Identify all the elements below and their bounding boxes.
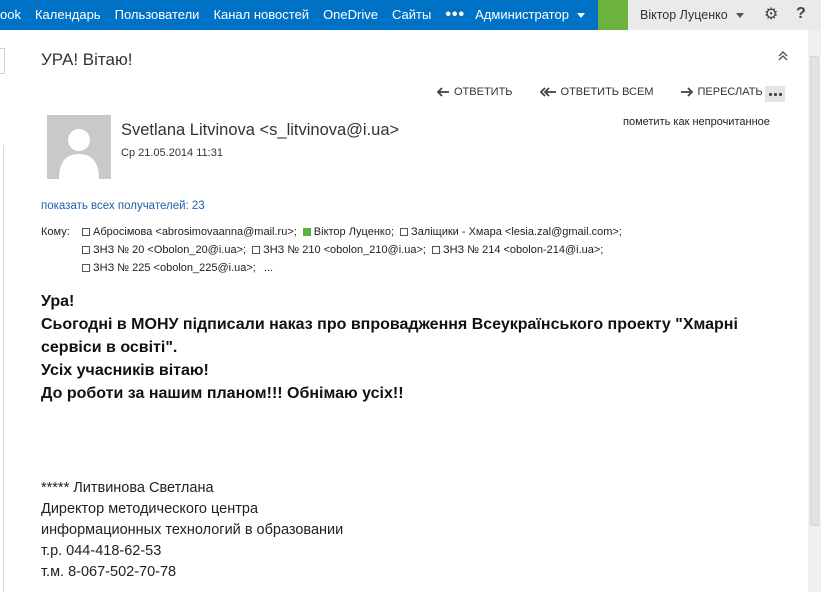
recipient[interactable]: ЗНЗ № 20 <Obolon_20@i.ua>; <box>82 244 246 256</box>
more-recipients[interactable]: ... <box>264 262 273 274</box>
nav-calendar[interactable]: Календарь <box>31 0 105 30</box>
signature-line: Директор методического центра <box>41 501 259 517</box>
signature-line: т.м. 8-067-502-70-78 <box>41 564 177 580</box>
chevron-down-icon <box>735 12 744 18</box>
to-label: Кому: <box>41 226 70 238</box>
forward-button[interactable]: ПЕРЕСЛАТЬ <box>680 86 763 98</box>
body-line: До роботи за нашим планом!!! Обнімаю усі… <box>41 385 404 402</box>
recipients-line: Абросімова <abrosimovaanna@mail.ru>; Вік… <box>82 226 628 238</box>
recipient[interactable]: ЗНЗ № 210 <obolon_210@i.ua>; <box>252 244 426 256</box>
reply-label: ОТВЕТИТЬ <box>454 86 513 98</box>
recipient[interactable]: Віктор Луценко; <box>302 226 395 238</box>
reply-button[interactable]: ОТВЕТИТЬ <box>436 86 513 98</box>
dot-icon <box>773 92 777 96</box>
recipients-line: ЗНЗ № 225 <obolon_225@i.ua>; ... <box>82 262 279 274</box>
presence-online-icon <box>302 228 311 236</box>
body-line: Ура! <box>41 293 75 310</box>
sent-date: Ср 21.05.2014 11:31 <box>121 147 223 159</box>
recipient-name: ЗНЗ № 225 <obolon_225@i.ua>; <box>93 262 256 274</box>
nav-people[interactable]: Пользователи <box>111 0 204 30</box>
sender-name[interactable]: Svetlana Litvinova <s_litvinova@i.ua> <box>121 121 399 140</box>
message-subject: УРА! Вітаю! <box>41 50 133 69</box>
mark-unread-link[interactable]: пометить как непрочитанное <box>623 116 770 128</box>
help-icon[interactable]: ? <box>796 5 806 23</box>
reply-all-label: ОТВЕТИТЬ ВСЕМ <box>560 86 654 98</box>
scrollbar-thumb[interactable] <box>810 56 819 526</box>
message-actions: ОТВЕТИТЬ ОТВЕТИТЬ ВСЕМ ПЕРЕСЛАТЬ <box>436 86 789 98</box>
recipient-name: Абросімова <abrosimovaanna@mail.ru>; <box>93 226 297 238</box>
search-box-edge[interactable] <box>0 48 5 74</box>
nav-admin-menu[interactable]: Администратор <box>471 0 589 30</box>
nav-onedrive[interactable]: OneDrive <box>319 0 382 30</box>
user-name: Віктор Луценко <box>640 8 728 22</box>
person-placeholder-icon <box>59 129 99 179</box>
recipients-line: ЗНЗ № 20 <Obolon_20@i.ua>; ЗНЗ № 210 <ob… <box>82 244 609 256</box>
top-navigation-bar: ook Календарь Пользователи Канал новосте… <box>0 0 821 30</box>
reply-arrow-icon <box>436 87 449 97</box>
presence-icon <box>252 246 261 254</box>
recipient-name: Віктор Луценко; <box>313 226 395 238</box>
recipient[interactable]: Заліщики - Хмара <lesia.zal@gmail.com>; <box>400 226 622 238</box>
nav-sites[interactable]: Сайты <box>388 0 435 30</box>
body-line: Сьогодні в МОНУ підписали наказ про впро… <box>41 316 738 356</box>
recipient-name: ЗНЗ № 210 <obolon_210@i.ua>; <box>263 244 426 256</box>
gear-icon[interactable]: ⚙ <box>764 7 780 23</box>
recipient[interactable]: ЗНЗ № 214 <obolon-214@i.ua>; <box>431 244 604 256</box>
nav-newsfeed[interactable]: Канал новостей <box>209 0 313 30</box>
reply-all-button[interactable]: ОТВЕТИТЬ ВСЕМ <box>539 86 654 98</box>
app-navigation: ook Календарь Пользователи Канал новосте… <box>0 0 595 30</box>
reply-all-arrow-icon <box>539 87 556 97</box>
nav-outlook[interactable]: ook <box>0 0 25 30</box>
message-body: Ура! Сьогодні в МОНУ підписали наказ про… <box>41 290 781 405</box>
forward-arrow-icon <box>680 87 693 97</box>
dot-icon <box>778 92 782 96</box>
avatar <box>47 115 111 179</box>
recipient[interactable]: Абросімова <abrosimovaanna@mail.ru>; <box>82 226 297 238</box>
chevron-down-icon <box>576 12 585 18</box>
forward-label: ПЕРЕСЛАТЬ <box>697 86 763 98</box>
presence-icon <box>82 228 90 236</box>
show-all-recipients-link[interactable]: показать всех получателей: 23 <box>41 200 205 212</box>
user-menu[interactable]: Віктор Луценко <box>640 0 744 30</box>
body-line: Усіх учасників вітаю! <box>41 362 209 379</box>
presence-icon <box>431 246 440 254</box>
recipient-name: Заліщики - Хмара <lesia.zal@gmail.com>; <box>411 226 622 238</box>
dot-icon <box>768 92 772 96</box>
signature: ***** Литвинова Светлана Директор методи… <box>41 478 343 583</box>
app-tile <box>598 0 628 30</box>
recipient[interactable]: ЗНЗ № 225 <obolon_225@i.ua>; <box>82 262 256 274</box>
signature-line: информационных технологий в образовании <box>41 522 344 538</box>
chevron-up-double-icon[interactable] <box>778 50 788 65</box>
recipient-name: ЗНЗ № 214 <obolon-214@i.ua>; <box>442 244 604 256</box>
recipient-name: ЗНЗ № 20 <Obolon_20@i.ua>; <box>93 244 247 256</box>
nav-admin-label: Администратор <box>475 7 569 22</box>
presence-icon <box>82 264 90 272</box>
user-area: Віктор Луценко ⚙ ? <box>628 0 821 30</box>
nav-more-button[interactable]: ••• <box>445 0 465 30</box>
more-actions-button[interactable] <box>765 86 785 102</box>
pane-divider <box>3 145 4 592</box>
presence-icon <box>400 228 409 236</box>
presence-icon <box>82 246 90 254</box>
signature-line: т.р. 044-418-62-53 <box>41 543 162 559</box>
signature-line: ***** Литвинова Светлана <box>41 480 214 496</box>
